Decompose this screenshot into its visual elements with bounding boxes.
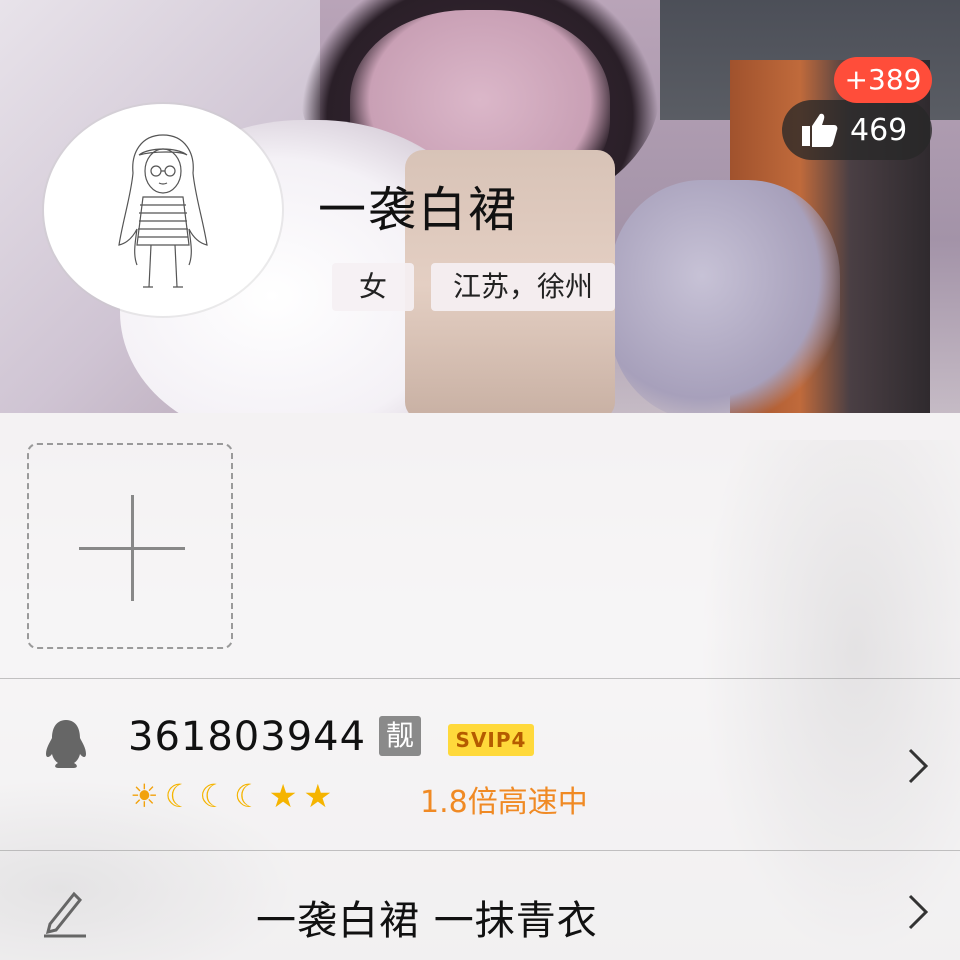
thumbs-up-icon — [802, 113, 838, 147]
qq-penguin-icon — [46, 720, 86, 768]
level-icons: ☀ ☾ ☾ ☾ ★ ★ — [130, 776, 332, 816]
chevron-right-icon[interactable] — [906, 892, 930, 932]
signature-text[interactable]: 一袭白裙 一抹青衣 — [256, 888, 598, 946]
profile-nickname: 一袭白裙 — [318, 182, 519, 238]
chevron-right-icon[interactable] — [906, 746, 930, 786]
divider — [0, 850, 960, 851]
star-icon: ★ — [303, 777, 333, 815]
star-icon: ★ — [268, 777, 298, 815]
new-likes-badge: +389 — [834, 57, 932, 103]
like-count: 469 — [850, 112, 908, 148]
qq-number: 361803944 — [128, 714, 367, 760]
gender-tag: 女 — [332, 263, 414, 311]
liang-badge: 靓 — [379, 716, 421, 756]
divider — [0, 678, 960, 679]
add-photo-button[interactable] — [27, 443, 233, 649]
svip-badge: SVIP4 — [448, 724, 534, 756]
avatar-girl-illustration — [118, 134, 208, 288]
moon-icon: ☾ — [164, 777, 194, 815]
like-button[interactable]: 469 — [782, 100, 932, 160]
profile-avatar[interactable] — [44, 104, 282, 316]
sun-icon: ☀ — [130, 777, 159, 815]
moon-icon: ☾ — [234, 777, 263, 815]
speed-status: 1.8倍高速中 — [420, 785, 588, 820]
location-tag: 江苏，徐州 — [431, 263, 616, 311]
edit-pencil-icon — [44, 891, 86, 938]
moon-icon: ☾ — [199, 777, 229, 815]
